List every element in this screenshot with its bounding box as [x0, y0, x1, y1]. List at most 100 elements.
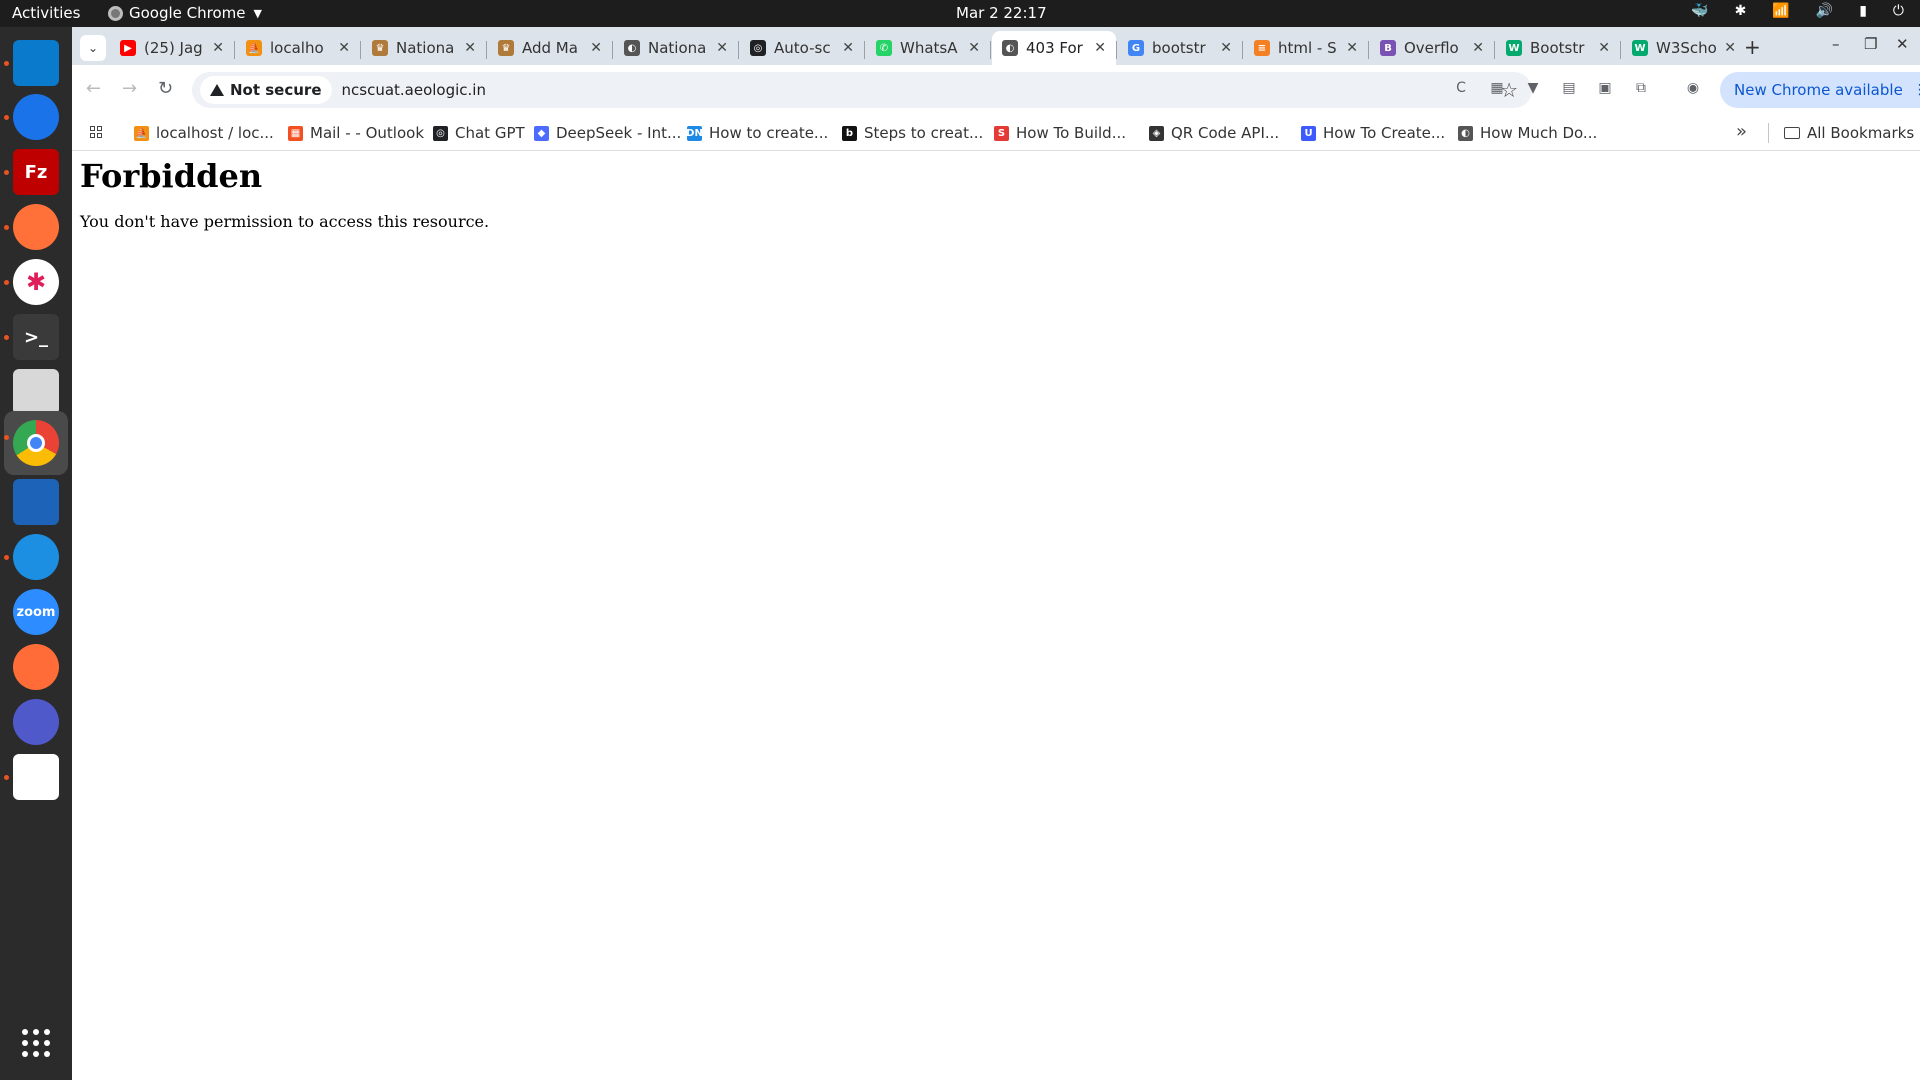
volume-icon[interactable]: 🔊: [1816, 3, 1833, 19]
bookmark-item[interactable]: b Steps to creat...: [842, 121, 983, 145]
tab-close-icon[interactable]: ✕: [1346, 40, 1358, 56]
dock-item-docker[interactable]: [10, 531, 62, 583]
tab-close-icon[interactable]: ✕: [1724, 40, 1736, 56]
tab-close-icon[interactable]: ✕: [464, 40, 476, 56]
tab-3[interactable]: ♛ Nationa ✕: [362, 31, 486, 65]
chevron-double-right-icon[interactable]: »: [1736, 121, 1747, 142]
tab-8[interactable]: ◐ 403 For ✕: [992, 31, 1116, 65]
reload-button[interactable]: ↻: [158, 78, 173, 99]
tab-close-icon[interactable]: ✕: [212, 40, 224, 56]
dock-item-chrome[interactable]: [4, 411, 68, 475]
wifi-icon[interactable]: 📶: [1772, 3, 1789, 19]
system-tray[interactable]: 🐳 ✱ 📶 🔊 ▮ ⏻: [1691, 3, 1904, 19]
dock-item-postman[interactable]: [10, 641, 62, 693]
notes-extension-icon[interactable]: ▣: [1596, 79, 1614, 97]
apps-grid-icon: [22, 1029, 50, 1057]
tab-10[interactable]: ≡ html - S ✕: [1244, 31, 1368, 65]
activities-button[interactable]: Activities: [12, 4, 80, 22]
tab-7[interactable]: ✆ WhatsA ✕: [866, 31, 990, 65]
tab-2[interactable]: ⛵ localho ✕: [236, 31, 360, 65]
dock-item-writer[interactable]: [10, 476, 62, 528]
new-tab-button[interactable]: +: [1744, 35, 1761, 59]
tab-4[interactable]: ♛ Add Ma ✕: [488, 31, 612, 65]
dock-item-slack[interactable]: ✱: [10, 256, 62, 308]
back-button[interactable]: ←: [86, 78, 101, 99]
tab-separator: [1620, 41, 1621, 59]
dock-item-filezilla[interactable]: Fz: [10, 146, 62, 198]
tab-close-icon[interactable]: ✕: [1220, 40, 1232, 56]
dock-item-terminal[interactable]: >_: [10, 311, 62, 363]
tab-title: (25) Jag: [144, 39, 203, 57]
tab-search-button[interactable]: ⌄: [80, 35, 106, 61]
globe-favicon-icon: ◐: [624, 40, 640, 56]
filezilla-icon: Fz: [13, 149, 59, 195]
bookmark-label: How to create...: [709, 124, 829, 142]
chatgpt-favicon-icon: ◎: [750, 40, 766, 56]
vue-devtools-icon[interactable]: ▼: [1524, 79, 1542, 97]
tab-close-icon[interactable]: ✕: [590, 40, 602, 56]
tab-5[interactable]: ◐ Nationa ✕: [614, 31, 738, 65]
site-info-chip[interactable]: Not secure: [200, 76, 332, 104]
tab-close-icon[interactable]: ✕: [716, 40, 728, 56]
tab-separator: [738, 41, 739, 59]
tab-close-icon[interactable]: ✕: [1472, 40, 1484, 56]
tab-13[interactable]: W W3Scho ✕: [1622, 31, 1746, 65]
bookmark-label: DeepSeek - Int...: [556, 124, 682, 142]
tab-separator: [360, 41, 361, 59]
zoom-icon: zoom: [13, 589, 59, 635]
update-chrome-button[interactable]: New Chrome available ⋮: [1720, 72, 1920, 108]
clock[interactable]: Mar 2 22:17: [956, 4, 1047, 22]
extension-icon[interactable]: C: [1452, 79, 1470, 97]
dock-item-vscode[interactable]: [10, 37, 62, 89]
bookmark-item[interactable]: ◆ DeepSeek - Int...: [534, 121, 681, 145]
tab-close-icon[interactable]: ✕: [1598, 40, 1610, 56]
tab-title: WhatsA: [900, 39, 958, 57]
bookmark-item[interactable]: ⛵ localhost / loc...: [134, 121, 274, 145]
qr-extension-icon[interactable]: ▦: [1488, 79, 1506, 97]
tab-12[interactable]: W Bootstr ✕: [1496, 31, 1620, 65]
minimize-button[interactable]: –: [1832, 35, 1840, 53]
profile-avatar[interactable]: ◉: [1684, 79, 1702, 97]
tab-1[interactable]: ▶ (25) Jag ✕: [110, 31, 234, 65]
tab-title: html - S: [1278, 39, 1337, 57]
forward-button[interactable]: →: [122, 78, 137, 99]
dock-item-firefox[interactable]: [10, 201, 62, 253]
tab-11[interactable]: B Overflo ✕: [1370, 31, 1494, 65]
slack-tray-icon[interactable]: ✱: [1735, 3, 1747, 19]
tab-9[interactable]: Gbootstr ✕: [1118, 31, 1242, 65]
bookmark-item[interactable]: ◎ Chat GPT: [433, 121, 525, 145]
bookmark-item[interactable]: ◈ QR Code API...: [1149, 121, 1279, 145]
restore-button[interactable]: ❐: [1864, 35, 1877, 53]
tab-6[interactable]: ◎ Auto-sc ✕: [740, 31, 864, 65]
bookmark-item[interactable]: ▦ Mail - - Outlook: [288, 121, 424, 145]
url-text[interactable]: ncscuat.aeologic.in: [342, 81, 487, 99]
dock-item-teams[interactable]: [10, 696, 62, 748]
power-menu-icon[interactable]: ⏻: [1893, 3, 1904, 19]
app-menu-label: Google Chrome: [129, 4, 246, 22]
bookmark-item[interactable]: ◐ How Much Do...: [1458, 121, 1597, 145]
tab-close-icon[interactable]: ✕: [1094, 40, 1106, 56]
tab-close-icon[interactable]: ✕: [842, 40, 854, 56]
battery-icon[interactable]: ▮: [1859, 3, 1867, 19]
google-favicon-icon: G: [1128, 40, 1144, 56]
window-close-button[interactable]: ✕: [1896, 35, 1909, 53]
dock-item-thunderbird[interactable]: [10, 91, 62, 143]
bookmark-label: How To Create...: [1323, 124, 1446, 142]
translate-extension-icon[interactable]: ▤: [1560, 79, 1578, 97]
dock-item-text-editor[interactable]: [10, 751, 62, 803]
tab-close-icon[interactable]: ✕: [968, 40, 980, 56]
bookmark-item[interactable]: DN How to create...: [686, 121, 829, 145]
extensions-puzzle-icon[interactable]: ⧉: [1632, 79, 1650, 97]
docker-tray-icon[interactable]: 🐳: [1691, 3, 1708, 19]
docker-icon: [13, 534, 59, 580]
tab-title: Add Ma: [522, 39, 578, 57]
bookmark-item[interactable]: U How To Create...: [1301, 121, 1445, 145]
app-menu[interactable]: Google Chrome ▼: [108, 4, 262, 22]
tab-close-icon[interactable]: ✕: [338, 40, 350, 56]
all-bookmarks-button[interactable]: All Bookmarks: [1784, 121, 1914, 145]
bookmark-item[interactable]: S How To Build...: [994, 121, 1126, 145]
show-apps-button[interactable]: [10, 1017, 62, 1069]
apps-grid-icon[interactable]: [90, 126, 102, 138]
dock-item-zoom[interactable]: zoom: [10, 586, 62, 638]
address-bar[interactable]: Not secure ncscuat.aeologic.in ☆: [192, 72, 1532, 108]
